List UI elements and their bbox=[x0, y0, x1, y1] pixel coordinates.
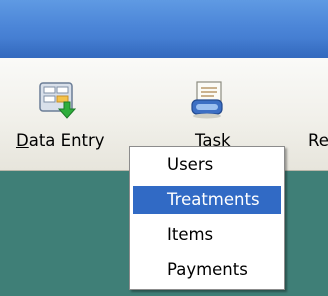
data-entry-label: Data Entry bbox=[16, 131, 105, 150]
data-entry-button[interactable]: Data Entry bbox=[0, 58, 130, 170]
data-entry-icon bbox=[39, 82, 77, 119]
reports-button[interactable]: Re bbox=[300, 58, 328, 170]
data-entry-dropdown-menu: Users Treatments Items Payments bbox=[129, 146, 285, 290]
menu-item-items[interactable]: Items bbox=[133, 221, 281, 249]
menu-item-treatments[interactable]: Treatments bbox=[133, 186, 281, 214]
menu-item-users[interactable]: Users bbox=[133, 151, 281, 179]
window-title-bar bbox=[0, 0, 328, 58]
title-bar-gradient bbox=[0, 38, 328, 58]
reports-label: Re bbox=[308, 131, 328, 150]
task-icon bbox=[191, 81, 223, 119]
menu-item-payments[interactable]: Payments bbox=[133, 256, 281, 284]
